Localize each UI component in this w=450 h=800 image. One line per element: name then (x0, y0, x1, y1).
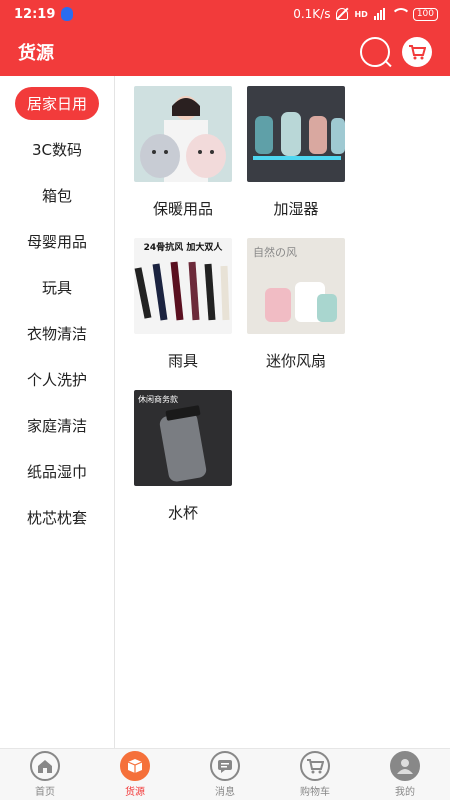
sidebar-item-label: 家庭清洁 (26, 416, 87, 435)
sidebar-item-label: 玩具 (41, 278, 72, 297)
product-label: 加湿器 (273, 200, 319, 218)
app-header: 货源 (0, 28, 450, 76)
mini-fan-photo-icon: 自然の风 (247, 238, 345, 334)
sidebar-item-home-daily[interactable]: 居家日用 (0, 80, 114, 126)
sidebar-item-label: 衣物清洁 (26, 324, 87, 343)
humidifier-photo-icon (247, 86, 345, 182)
product-label: 雨具 (167, 352, 198, 370)
wifi-icon (390, 8, 411, 20)
product-label: 保暖用品 (152, 200, 213, 218)
home-icon (30, 751, 60, 781)
umbrella-photo-icon: 24骨抗风 加大双人 (134, 238, 232, 334)
battery-level: 100 (416, 8, 434, 19)
sidebar-item-label: 个人洗护 (26, 370, 87, 389)
mute-bell-icon (336, 8, 349, 20)
tab-profile[interactable]: 我的 (360, 749, 450, 800)
product-label: 水杯 (167, 504, 198, 522)
sidebar-item-bags[interactable]: 箱包 (0, 172, 114, 218)
tab-supply[interactable]: 货源 (90, 749, 180, 800)
status-bar: 12:19 0.1K/s HD 100 (0, 0, 450, 28)
cup-image-caption: 休闲商务款 (138, 394, 178, 404)
battery-icon: 100 (412, 7, 438, 21)
product-card-umbrella[interactable]: 24骨抗风 加大双人 雨具 (131, 238, 235, 390)
status-time: 12:19 (14, 6, 56, 22)
sidebar-item-home-cleaning[interactable]: 家庭清洁 (0, 402, 114, 448)
sidebar-item-label: 母婴用品 (26, 232, 87, 251)
sidebar-item-label: 居家日用 (14, 86, 99, 120)
plush-toy-photo-icon (134, 86, 232, 182)
sidebar-item-baby[interactable]: 母婴用品 (0, 218, 114, 264)
bottom-tab-bar: 首页 货源 消息 购物车 我的 (0, 748, 450, 800)
network-speed: 0.1K/s (293, 7, 331, 21)
sidebar-item-label: 3C数码 (31, 140, 83, 159)
sidebar-item-laundry[interactable]: 衣物清洁 (0, 310, 114, 356)
cart-glyph-icon (409, 45, 426, 60)
sidebar-item-pillow[interactable]: 枕芯枕套 (0, 494, 114, 540)
product-label: 迷你风扇 (265, 352, 326, 370)
box-icon (120, 751, 150, 781)
search-icon[interactable] (360, 37, 390, 67)
cart-icon[interactable] (402, 37, 432, 67)
signal-icon (373, 8, 385, 20)
product-card-humidifier[interactable]: 加湿器 (244, 86, 348, 238)
tab-label: 货源 (125, 787, 145, 798)
product-card-warm[interactable]: 保暖用品 (131, 86, 235, 238)
fan-image-caption: 自然の风 (253, 245, 297, 259)
tab-label: 消息 (215, 787, 235, 798)
product-card-mini-fan[interactable]: 自然の风 迷你风扇 (244, 238, 348, 390)
product-image-mini-fan: 自然の风 (247, 238, 345, 334)
sidebar-item-label: 枕芯枕套 (26, 508, 87, 527)
user-icon (390, 751, 420, 781)
product-image-humidifier (247, 86, 345, 182)
page-title: 货源 (18, 43, 54, 64)
product-grid-area: 保暖用品 加湿器 24骨抗风 加大双人 雨具 自然の风 迷你风扇 休闲商务款 水… (122, 76, 450, 748)
cart-tab-icon (300, 751, 330, 781)
tab-cart[interactable]: 购物车 (270, 749, 360, 800)
qq-notification-icon (61, 7, 74, 21)
tab-messages[interactable]: 消息 (180, 749, 270, 800)
sidebar-item-label: 箱包 (41, 186, 72, 205)
sidebar-item-tissue[interactable]: 纸品湿巾 (0, 448, 114, 494)
product-image-cup: 休闲商务款 (134, 390, 232, 486)
category-sidebar: 居家日用 3C数码 箱包 母婴用品 玩具 衣物清洁 个人洗护 家庭清洁 纸品湿巾… (0, 76, 115, 748)
hd-signal-label: HD (354, 9, 368, 19)
sidebar-item-personal-care[interactable]: 个人洗护 (0, 356, 114, 402)
tab-label: 我的 (395, 787, 415, 798)
sidebar-item-toys[interactable]: 玩具 (0, 264, 114, 310)
tab-home[interactable]: 首页 (0, 749, 90, 800)
product-card-cup[interactable]: 休闲商务款 水杯 (131, 390, 235, 542)
sidebar-item-3c-digital[interactable]: 3C数码 (0, 126, 114, 172)
product-image-umbrella: 24骨抗风 加大双人 (134, 238, 232, 334)
message-icon (210, 751, 240, 781)
tab-label: 购物车 (300, 787, 330, 798)
product-image-warm (134, 86, 232, 182)
tab-label: 首页 (35, 787, 55, 798)
water-bottle-photo-icon: 休闲商务款 (134, 390, 232, 486)
sidebar-item-label: 纸品湿巾 (26, 462, 87, 481)
umbrella-image-caption: 24骨抗风 加大双人 (144, 241, 224, 253)
